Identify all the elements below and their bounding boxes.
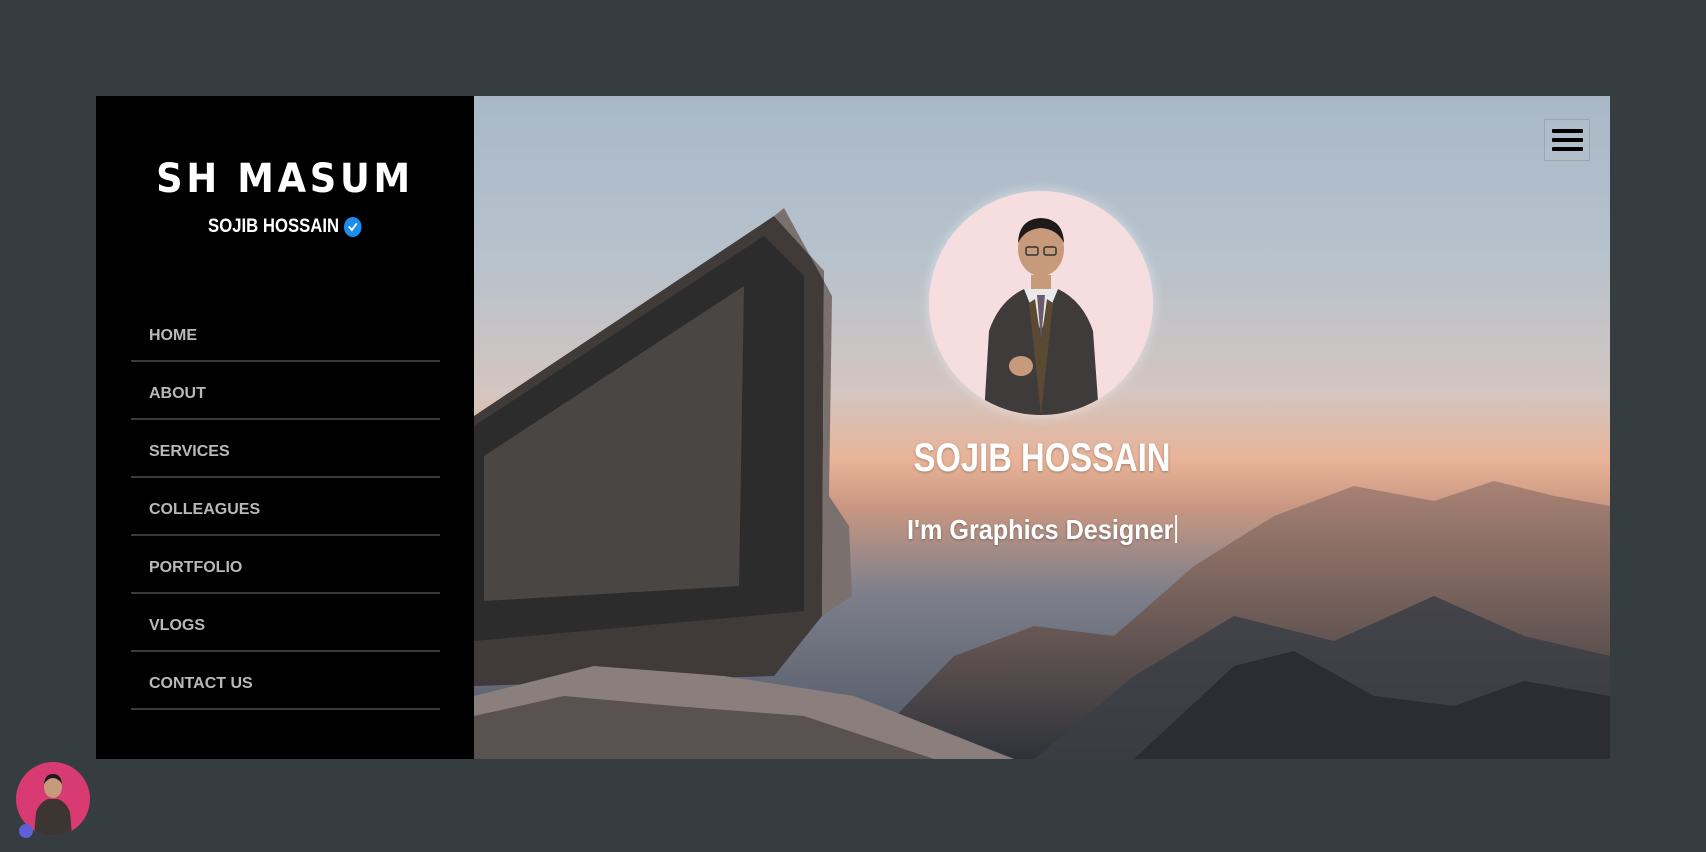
hamburger-menu-button[interactable] bbox=[1544, 119, 1590, 161]
hamburger-icon-bar bbox=[1551, 138, 1583, 142]
nav-item-services[interactable]: SERVICES bbox=[131, 421, 440, 478]
sidebar: SH MASUM SOJIB HOSSAIN HOME ABOUT SERVIC… bbox=[96, 96, 474, 759]
hamburger-icon-bar bbox=[1551, 147, 1583, 151]
brand-logo[interactable]: SH MASUM bbox=[111, 156, 459, 202]
nav-item-colleagues[interactable]: COLLEAGUES bbox=[131, 479, 440, 536]
nav-item-portfolio[interactable]: PORTFOLIO bbox=[131, 537, 440, 594]
typing-cursor bbox=[1175, 515, 1178, 543]
page-frame: SH MASUM SOJIB HOSSAIN HOME ABOUT SERVIC… bbox=[96, 96, 1610, 759]
nav-item-vlogs[interactable]: VLOGS bbox=[131, 595, 440, 652]
profile-photo bbox=[929, 191, 1153, 415]
hero-name: SOJIB HOSSAIN bbox=[913, 436, 1171, 480]
nav-item-contact-us[interactable]: CONTACT US bbox=[131, 653, 440, 710]
hero-role-line: I'm Graphics Designer bbox=[531, 514, 1553, 546]
nav-item-home[interactable]: HOME bbox=[131, 305, 440, 362]
hero-role: I'm Graphics Designer bbox=[906, 514, 1174, 545]
verified-icon bbox=[344, 217, 362, 237]
hero-section: SOJIB HOSSAIN I'm Graphics Designer bbox=[474, 96, 1610, 759]
nav-item-about[interactable]: ABOUT bbox=[131, 363, 440, 420]
subtitle: SOJIB HOSSAIN bbox=[119, 216, 452, 238]
subtitle-text: SOJIB HOSSAIN bbox=[208, 216, 340, 237]
hamburger-icon-bar bbox=[1551, 129, 1583, 133]
chat-online-indicator[interactable] bbox=[19, 824, 33, 838]
sidebar-nav: HOME ABOUT SERVICES COLLEAGUES PORTFOLIO… bbox=[131, 305, 440, 711]
